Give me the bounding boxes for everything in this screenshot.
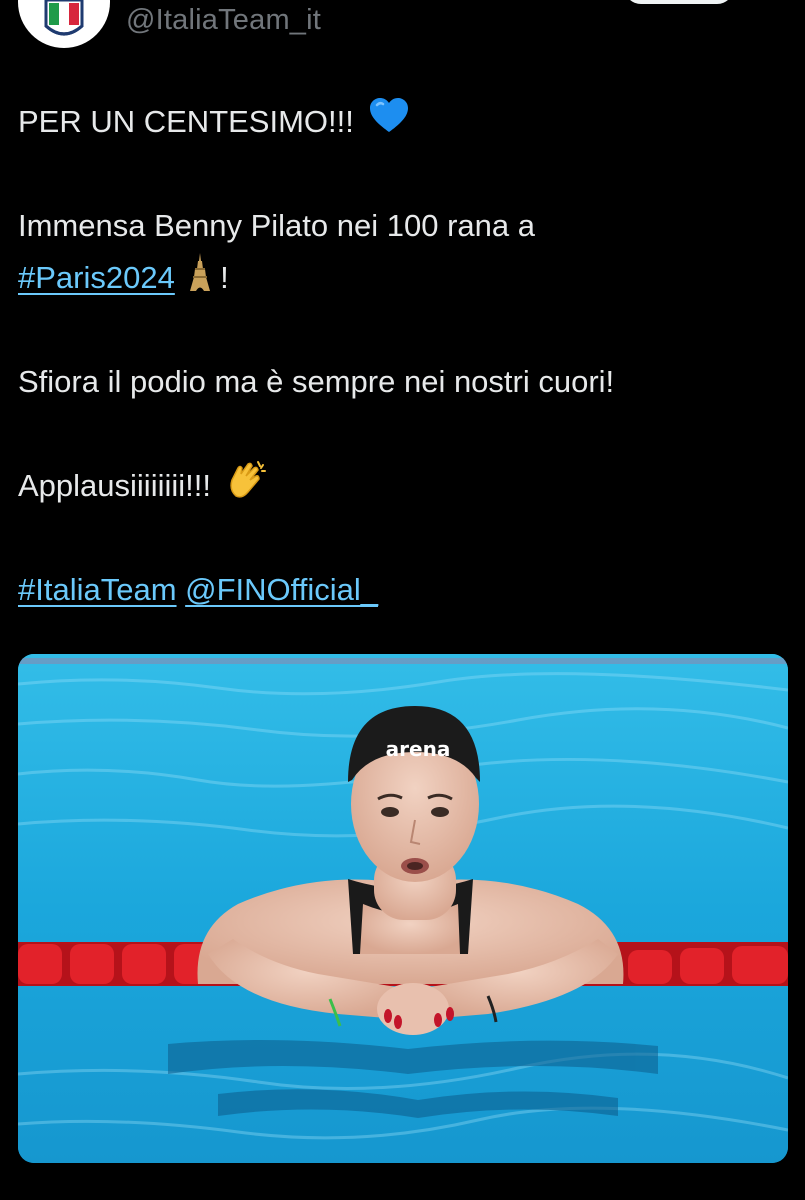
exclamation-text: ! xyxy=(220,260,229,295)
swimmer-photo: arena xyxy=(18,654,788,1163)
follow-button[interactable] xyxy=(624,0,734,4)
tweet-line-2: Immensa Benny Pilato nei 100 rana a xyxy=(18,208,535,243)
cap-logo: arena xyxy=(386,737,451,761)
tweet-line-1: PER UN CENTESIMO!!! xyxy=(18,96,788,148)
tweet-line-5: Applausiiiiiiii!!! xyxy=(18,460,788,512)
applause-text: Applausiiiiiiii!!! xyxy=(18,468,211,504)
mention-finofficial-link[interactable]: @FINOfficial_ xyxy=(185,572,378,607)
eiffel-tower-icon xyxy=(189,252,211,307)
clapping-hands-icon xyxy=(226,460,268,516)
tweet-line-4: Sfiora il podio ma è sempre nei nostri c… xyxy=(18,364,615,399)
italia-team-shield-icon xyxy=(44,0,84,36)
hashtag-italiateam-link[interactable]: #ItaliaTeam xyxy=(18,572,177,607)
hashtag-paris2024-link[interactable]: #Paris2024 xyxy=(18,260,175,295)
tweet-photo[interactable]: arena xyxy=(18,654,788,1163)
tweet-line-3: #Paris2024 ! xyxy=(18,252,788,304)
blue-heart-icon xyxy=(369,97,409,150)
tweet-text: PER UN CENTESIMO!!! Immensa Benny Pilato… xyxy=(18,96,788,616)
tweet-headline: PER UN CENTESIMO!!! xyxy=(18,104,354,139)
account-handle[interactable]: @ItaliaTeam_it xyxy=(126,4,321,37)
tweet-header: @ItaliaTeam_it xyxy=(0,0,805,60)
avatar[interactable] xyxy=(18,0,110,48)
tweet-line-6: #ItaliaTeam @FINOfficial_ xyxy=(18,564,788,616)
